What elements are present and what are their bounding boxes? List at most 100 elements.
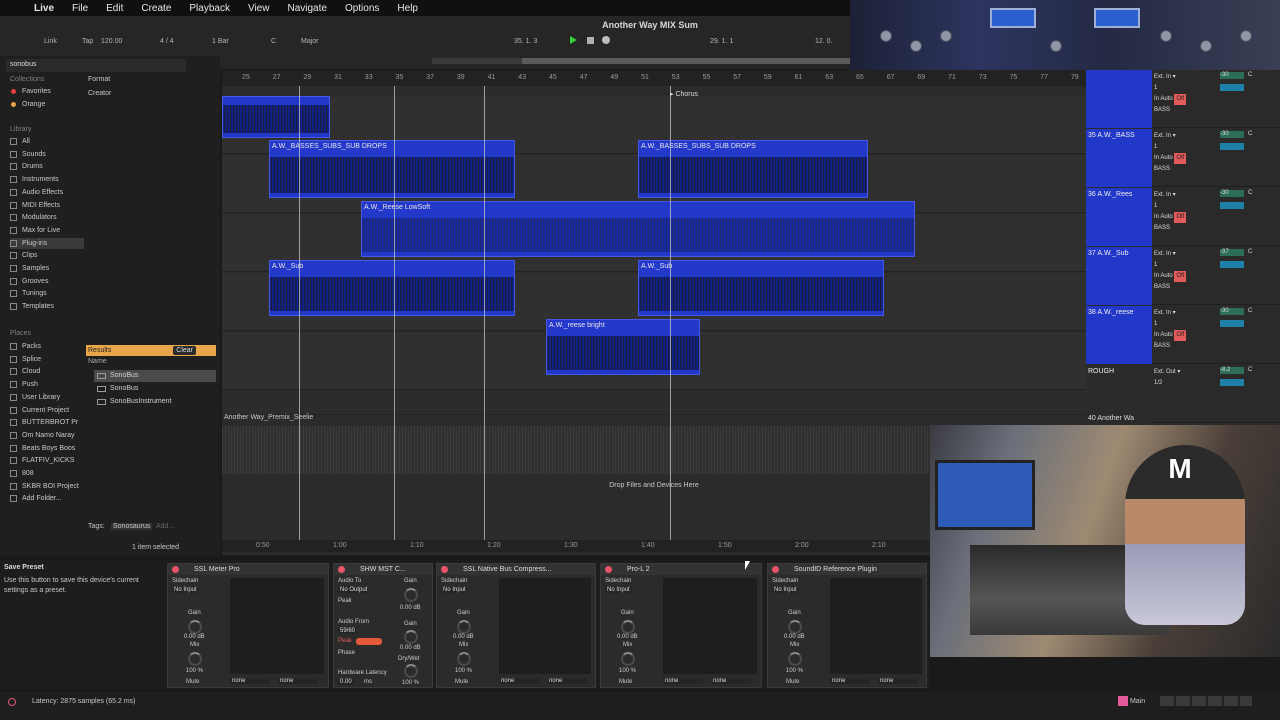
auto-off-toggle[interactable]: Off — [1174, 94, 1187, 105]
phase-label[interactable]: Phase — [338, 650, 355, 656]
menu-help[interactable]: Help — [397, 3, 418, 14]
sidechain-input-select[interactable]: No Input — [772, 587, 799, 593]
library-item[interactable]: Plug-ins — [10, 237, 84, 249]
pan-field[interactable] — [1220, 379, 1244, 386]
tag-add[interactable]: Add... — [156, 523, 174, 530]
mixer-track[interactable]: 36 A.W._Rees Ext. In ▾ 1 In Auto Off BASS -30… — [1086, 188, 1280, 246]
track-name[interactable] — [1086, 70, 1152, 128]
track-lane[interactable] — [222, 391, 1086, 415]
macro-select[interactable]: none — [878, 678, 918, 684]
places-item[interactable]: Splice — [10, 354, 84, 365]
plugin-device[interactable]: SHW MST C... Audio To No Output Peak Audio F… — [333, 563, 433, 688]
device-title-bar[interactable]: SSL Native Bus Compress... — [437, 564, 595, 575]
key-selector[interactable]: C — [271, 38, 276, 45]
macro-select[interactable]: none — [711, 678, 751, 684]
device-title-bar[interactable]: SSL Meter Pro — [168, 564, 328, 575]
result-item[interactable]: SonoBus — [94, 370, 216, 382]
tag-chip[interactable]: Sonosaurus — [111, 523, 153, 530]
mute-button[interactable]: Mute — [186, 679, 199, 685]
plugin-device[interactable]: SSL Meter Pro Sidechain No Input Gain 0.00 d… — [167, 563, 329, 688]
auto-off-toggle[interactable]: Off — [1174, 330, 1187, 341]
time-signature[interactable]: 4 / 4 — [160, 38, 174, 45]
device-power-icon[interactable] — [441, 566, 448, 573]
device-title-bar[interactable]: SoundID Reference Plugin — [768, 564, 926, 575]
track-io[interactable]: Ext. In ▾ 1 In Auto Off BASS — [1154, 190, 1187, 234]
clear-button[interactable]: Clear — [173, 346, 196, 355]
menu-file[interactable]: File — [72, 3, 88, 14]
audio-clip[interactable]: A.W._Reese LowSoft — [361, 201, 915, 257]
library-item[interactable]: MIDI Effects — [10, 200, 84, 211]
places-item[interactable]: Current Project — [10, 405, 84, 416]
mix-knob[interactable] — [788, 652, 802, 666]
plugin-device[interactable]: SSL Native Bus Compress... Sidechain No In… — [436, 563, 596, 688]
places-item[interactable]: SKBR BOI Project — [10, 481, 84, 492]
track-io[interactable]: Ext. In ▾ 1 In Auto Off BASS — [1154, 72, 1187, 116]
track-pan-label[interactable]: C — [1248, 367, 1252, 373]
plugin-display[interactable] — [499, 578, 591, 674]
menu-app[interactable]: Live — [34, 3, 54, 14]
gain-knob[interactable] — [457, 620, 471, 634]
pan-field[interactable] — [1220, 84, 1244, 91]
beat-ruler[interactable]: 25 27 29 31 33 35 37 39 41 43 45 47 49 51 53 55 57 59 61 63… — [222, 70, 1109, 86]
auto-off-toggle[interactable]: Off — [1174, 271, 1187, 282]
time-ruler[interactable]: 0:50 1:00 1:10 1:20 1:30 1:40 1:50 2:00 2:10 — [222, 540, 930, 552]
name-column-header[interactable]: Name — [86, 358, 216, 367]
pan-field[interactable] — [1220, 320, 1244, 327]
plugin-display[interactable] — [830, 578, 922, 674]
menu-create[interactable]: Create — [141, 3, 171, 14]
play-icon[interactable] — [570, 36, 577, 44]
device-power-icon[interactable] — [338, 566, 345, 573]
result-item[interactable]: SonoBusInstrument — [94, 396, 216, 408]
places-item[interactable]: BUTTERBROT Pr — [10, 417, 84, 428]
device-title-bar[interactable]: SHW MST C... — [334, 564, 432, 575]
menu-options[interactable]: Options — [345, 3, 379, 14]
places-item[interactable]: Om Namo Naray — [10, 430, 84, 441]
places-item[interactable]: Add Folder... — [10, 493, 84, 504]
library-item[interactable]: Drums — [10, 161, 84, 172]
overview-bar[interactable] — [432, 58, 852, 64]
volume-field[interactable]: -30 — [1220, 190, 1244, 197]
library-item[interactable]: Grooves — [10, 276, 84, 287]
tap-button[interactable]: Tap — [82, 38, 93, 45]
result-item[interactable]: SonoBus — [94, 383, 216, 395]
track-io[interactable]: Ext. Out ▾ 1/2 — [1154, 367, 1180, 389]
pan-field[interactable] — [1220, 202, 1244, 209]
plugin-device[interactable]: Pro-L 2 Sidechain No Input Gain 0.00 dB Mix 10… — [600, 563, 762, 688]
mixer-track[interactable]: 38 A.W._reese Ext. In ▾ 1 In Auto Off BASS -3… — [1086, 306, 1280, 364]
collection-favorites[interactable]: Favorites — [10, 86, 84, 97]
library-item[interactable]: Clips — [10, 250, 84, 261]
menu-edit[interactable]: Edit — [106, 3, 123, 14]
library-item[interactable]: Instruments — [10, 174, 84, 185]
track-name[interactable]: 40 Another Wa — [1088, 415, 1134, 422]
creator-filter[interactable]: Creator — [88, 90, 111, 97]
plugin-display[interactable] — [663, 578, 757, 674]
library-item[interactable]: Audio Effects — [10, 187, 84, 198]
audio-from-select[interactable]: 59/60 — [338, 628, 358, 634]
library-item[interactable]: Modulators — [10, 212, 84, 223]
gain-knob[interactable] — [188, 620, 202, 634]
track-name[interactable]: 38 A.W._reese — [1086, 306, 1152, 364]
library-item[interactable]: Templates — [10, 301, 84, 312]
track-io[interactable]: Ext. In ▾ 1 In Auto Off BASS — [1154, 131, 1187, 175]
audio-clip[interactable]: A.W._Sub — [269, 260, 515, 316]
places-item[interactable]: User Library — [10, 392, 84, 403]
auto-off-toggle[interactable]: Off — [1174, 212, 1187, 223]
library-item[interactable]: Max for Live — [10, 225, 84, 236]
collection-orange[interactable]: Orange — [10, 99, 84, 110]
track-pan-label[interactable]: C — [1248, 308, 1252, 314]
library-item[interactable]: Sounds — [10, 149, 84, 160]
device-title-bar[interactable]: Pro-L 2 — [601, 564, 761, 575]
places-item[interactable]: FLATFIV_KICKS — [10, 455, 84, 466]
track-io[interactable]: Ext. In ▾ 1 In Auto Off BASS — [1154, 249, 1187, 293]
places-item[interactable]: Packs — [10, 341, 84, 352]
mixer-track[interactable]: 37 A.W._Sub Ext. In ▾ 1 In Auto Off BASS -37 C — [1086, 247, 1280, 305]
library-item[interactable]: All — [10, 136, 84, 147]
mixer-track[interactable]: Ext. In ▾ 1 In Auto Off BASS -30 C — [1086, 70, 1280, 128]
volume-field[interactable]: -30 — [1220, 308, 1244, 315]
mix-knob[interactable] — [457, 652, 471, 666]
mute-button[interactable]: Mute — [455, 679, 468, 685]
track-pan-label[interactable]: C — [1248, 249, 1252, 255]
track-pan-label[interactable]: C — [1248, 72, 1252, 78]
pan-field[interactable] — [1220, 143, 1244, 150]
main-output[interactable]: Main — [1118, 696, 1145, 706]
